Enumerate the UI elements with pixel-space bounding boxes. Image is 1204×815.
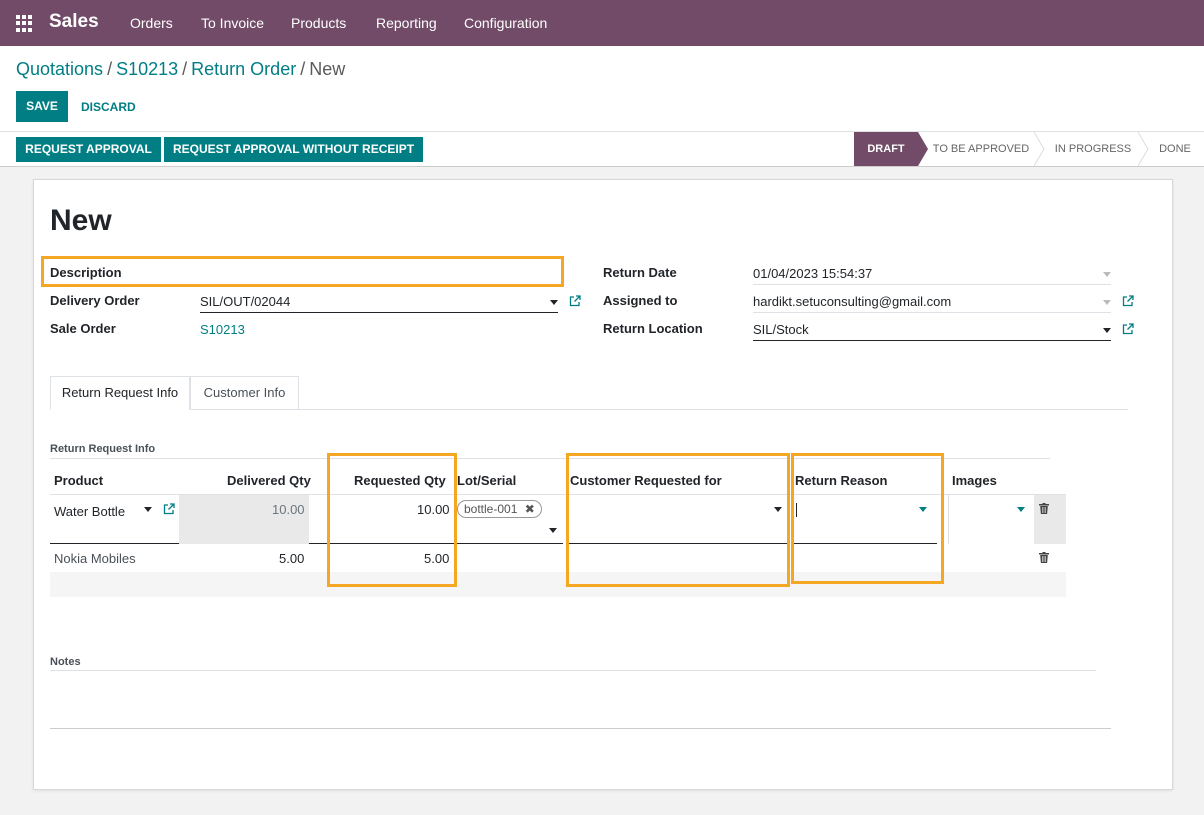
top-navbar: Sales Orders To Invoice Products Reporti…: [0, 0, 1204, 46]
breadcrumb-current: New: [309, 59, 346, 79]
notes-input[interactable]: [50, 728, 1111, 729]
delivery-order-label: Delivery Order: [50, 293, 140, 308]
return-date-input[interactable]: 01/04/2023 15:54:37: [753, 266, 872, 281]
dropdown-caret-icon[interactable]: [549, 528, 557, 533]
trash-icon[interactable]: [1039, 503, 1049, 514]
assigned-to-input[interactable]: hardikt.setuconsulting@gmail.com: [753, 294, 951, 309]
field-underline: [50, 543, 179, 544]
menu-reporting[interactable]: Reporting: [376, 15, 437, 31]
stage-in-progress[interactable]: IN PROGRESS: [1046, 132, 1140, 166]
return-date-label: Return Date: [603, 265, 677, 280]
record-title: New: [50, 204, 112, 237]
lot-tag-label: bottle-001: [464, 502, 518, 516]
stage-done[interactable]: DONE: [1152, 132, 1198, 166]
dropdown-caret-icon[interactable]: [1017, 507, 1025, 512]
row-product-input[interactable]: Water Bottle: [54, 504, 125, 519]
stage-arrow-icon: [1138, 132, 1149, 166]
highlight-box: [791, 453, 944, 584]
field-underline: [753, 340, 1111, 341]
menu-products[interactable]: Products: [291, 15, 346, 31]
field-underline: [200, 312, 558, 313]
breadcrumb-quotations[interactable]: Quotations: [16, 59, 103, 79]
breadcrumb: Quotations / S10213/Return Order / New: [16, 59, 345, 80]
col-lot-serial[interactable]: Lot/Serial: [457, 473, 516, 488]
field-underline: [457, 543, 563, 544]
external-link-icon[interactable]: [1122, 323, 1134, 335]
stage-to-be-approved[interactable]: TO BE APPROVED: [928, 132, 1034, 166]
notes-divider: [50, 670, 1096, 671]
discard-button[interactable]: DISCARD: [81, 100, 136, 114]
delivered-qty-value: 10.00: [272, 502, 305, 517]
breadcrumb-separator: /: [107, 59, 113, 79]
tab-customer-info[interactable]: Customer Info: [190, 376, 299, 410]
stage-arrow-icon: [1034, 132, 1045, 166]
apps-grid-icon[interactable]: [16, 15, 33, 32]
return-location-input[interactable]: SIL/Stock: [753, 322, 809, 337]
field-underline: [753, 284, 1111, 285]
tab-return-request-info[interactable]: Return Request Info: [50, 376, 190, 410]
external-link-icon[interactable]: [1122, 295, 1134, 307]
field-underline: [753, 312, 1111, 313]
dropdown-caret-icon[interactable]: [1103, 272, 1111, 277]
menu-orders[interactable]: Orders: [130, 15, 173, 31]
sale-order-label: Sale Order: [50, 321, 116, 336]
highlight-box: [566, 453, 790, 587]
form-sheet: New Description Delivery Order SIL/OUT/0…: [33, 179, 1173, 790]
breadcrumb-s10213[interactable]: S10213: [116, 59, 178, 79]
cell-divider: [948, 495, 949, 544]
request-approval-button[interactable]: REQUEST APPROVAL: [16, 137, 161, 162]
delivery-order-input[interactable]: SIL/OUT/02044: [200, 294, 290, 309]
col-delivered-qty[interactable]: Delivered Qty: [227, 473, 311, 488]
status-bar: REQUEST APPROVAL REQUEST APPROVAL WITHOU…: [0, 132, 1204, 167]
sale-order-link[interactable]: S10213: [200, 322, 245, 337]
breadcrumb-separator: /: [182, 59, 188, 79]
stage-draft[interactable]: DRAFT: [854, 132, 918, 166]
notes-label: Notes: [50, 656, 81, 668]
trash-icon[interactable]: [1039, 552, 1049, 563]
external-link-icon[interactable]: [569, 295, 581, 307]
highlight-box: [327, 453, 457, 587]
col-product[interactable]: Product: [54, 473, 103, 488]
row-product[interactable]: Nokia Mobiles: [54, 551, 136, 566]
menu-to-invoice[interactable]: To Invoice: [201, 15, 264, 31]
control-panel: Quotations / S10213/Return Order / New SAVE …: [0, 46, 1204, 132]
dropdown-caret-icon[interactable]: [1103, 328, 1111, 333]
request-approval-without-receipt-button[interactable]: REQUEST APPROVAL WITHOUT RECEIPT: [164, 137, 423, 162]
assigned-to-label: Assigned to: [603, 293, 678, 308]
dropdown-caret-icon[interactable]: [550, 300, 558, 305]
breadcrumb-return-order[interactable]: Return Order: [191, 59, 296, 79]
lot-tag: bottle-001 ✖: [457, 500, 542, 518]
external-link-icon[interactable]: [163, 503, 175, 515]
remove-tag-icon[interactable]: ✖: [525, 502, 535, 516]
delivered-qty-value: 5.00: [279, 551, 305, 566]
col-images[interactable]: Images: [952, 473, 997, 488]
app-name[interactable]: Sales: [49, 11, 99, 33]
save-button[interactable]: SAVE: [16, 91, 68, 122]
description-field[interactable]: Description: [50, 265, 122, 280]
menu-configuration[interactable]: Configuration: [464, 15, 547, 31]
dropdown-caret-icon[interactable]: [1103, 300, 1111, 305]
return-location-label: Return Location: [603, 321, 703, 336]
dropdown-caret-icon[interactable]: [144, 507, 152, 512]
breadcrumb-separator: /: [300, 59, 306, 79]
section-label: Return Request Info: [50, 443, 156, 455]
